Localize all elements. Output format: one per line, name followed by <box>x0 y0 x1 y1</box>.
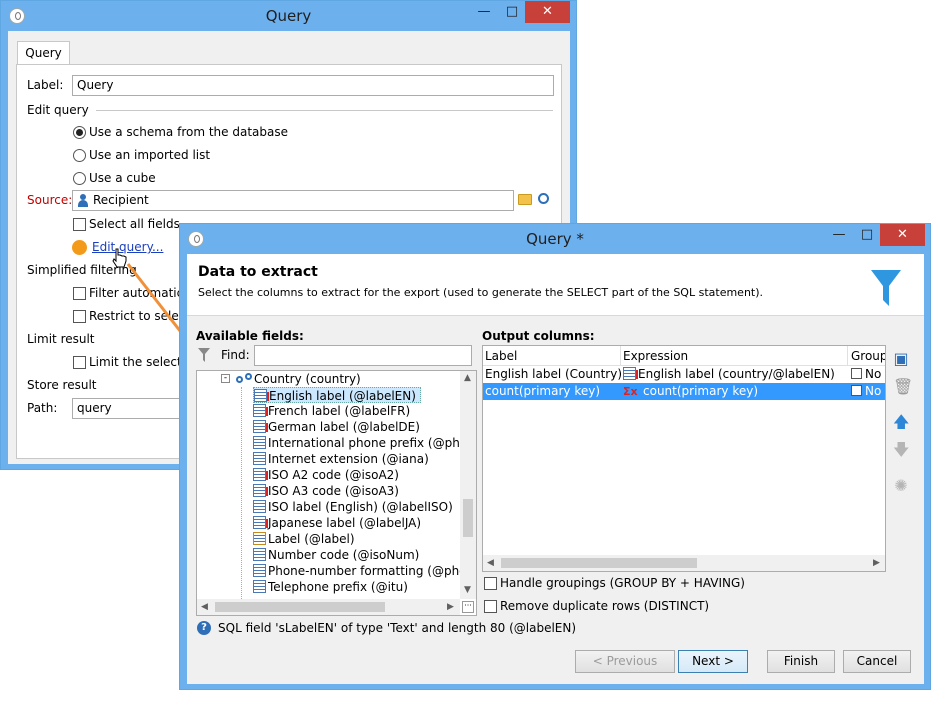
previous-button[interactable]: < Previous <box>575 650 675 673</box>
field-icon <box>253 564 266 577</box>
field-icon <box>623 367 638 380</box>
tree-item[interactable]: Telephone prefix (@itu) <box>253 579 408 595</box>
tree-item[interactable]: Japanese label (@labelJA) <box>253 515 421 531</box>
remove-duplicates-checkbox[interactable] <box>484 600 497 613</box>
field-icon <box>253 580 266 593</box>
table-row[interactable]: English label (Country) English label (c… <box>483 366 885 383</box>
more-icon[interactable]: ··· <box>462 601 474 613</box>
tree-horizontal-scrollbar[interactable]: ◀ ▶ <box>197 599 460 615</box>
query-editor-window: Query * — □ ✕ Data to extract Select the… <box>179 223 931 690</box>
tree-item[interactable]: English label (@labelEN) <box>253 387 421 403</box>
output-columns-grid: Label Expression Group English label (Co… <box>482 345 886 572</box>
move-down-icon[interactable]: 🡇 <box>893 442 909 458</box>
wizard-header: Data to extract Select the columns to ex… <box>187 254 924 316</box>
mouse-cursor-icon <box>112 248 127 268</box>
tree-item[interactable]: Label (@label) <box>253 531 355 547</box>
help-icon: ? <box>197 621 211 635</box>
field-icon <box>253 500 266 513</box>
group-checkbox[interactable] <box>851 385 862 396</box>
tree-item[interactable]: ISO A2 code (@isoA2) <box>253 467 399 483</box>
tree-item[interactable]: Number code (@isoNum) <box>253 547 419 563</box>
query-editor-body: Data to extract Select the columns to ex… <box>187 254 924 684</box>
maximize-icon[interactable]: □ <box>854 224 880 246</box>
editor-title: Query * <box>526 230 584 248</box>
tree-vertical-scrollbar[interactable]: ▲ ▼ <box>460 371 476 599</box>
find-input[interactable] <box>254 345 472 366</box>
add-icon[interactable]: ▣ <box>893 351 909 367</box>
wizard-heading: Data to extract <box>198 264 318 280</box>
tree-item[interactable]: International phone prefix (@phone <box>253 435 476 451</box>
field-icon <box>253 420 268 433</box>
tree-item[interactable]: French label (@labelFR) <box>253 403 410 419</box>
fields-tree: - Country (country) English label (@labe… <box>196 370 477 616</box>
group-checkbox[interactable] <box>851 368 862 379</box>
tree-item[interactable]: Internet extension (@iana) <box>253 451 429 467</box>
status-text: SQL field 'sLabelEN' of type 'Text' and … <box>218 621 577 635</box>
move-up-icon[interactable]: 🡅 <box>893 414 909 430</box>
link-icon <box>236 373 254 383</box>
tree-parent[interactable]: Country (country) <box>254 371 361 387</box>
table-row[interactable]: count(primary key) Σx count(primary key)… <box>483 383 885 400</box>
distribute-icon[interactable]: ✺ <box>893 478 909 494</box>
find-caption: Find: <box>221 348 250 362</box>
col-expression-header[interactable]: Expression <box>623 346 688 366</box>
grid-horizontal-scrollbar[interactable]: ◀ ▶ <box>483 555 885 571</box>
calc-field-icon <box>253 532 266 545</box>
grid-header: Label Expression Group <box>483 346 885 366</box>
tree-expand-icon[interactable]: - <box>221 374 230 383</box>
col-label-header[interactable]: Label <box>485 346 517 366</box>
field-icon <box>253 516 268 529</box>
tree-item[interactable]: ISO A3 code (@isoA3) <box>253 483 399 499</box>
field-icon <box>253 436 266 449</box>
field-icon <box>253 484 268 497</box>
wizard-description: Select the columns to extract for the ex… <box>198 286 764 299</box>
tree-item[interactable]: ISO label (English) (@labelISO) <box>253 499 453 515</box>
cancel-button[interactable]: Cancel <box>843 650 911 673</box>
tree-item[interactable]: German label (@labelDE) <box>253 419 420 435</box>
filter-icon <box>198 348 210 362</box>
col-group-header[interactable]: Group <box>851 346 885 366</box>
field-icon <box>253 452 266 465</box>
finish-button[interactable]: Finish <box>767 650 835 673</box>
field-icon <box>253 404 268 417</box>
next-button[interactable]: Next > <box>678 650 748 673</box>
handle-groupings-label: Handle groupings (GROUP BY + HAVING) <box>500 576 745 590</box>
field-icon <box>254 389 269 402</box>
tree-item[interactable]: Phone-number formatting (@phon <box>253 563 474 579</box>
field-icon <box>253 468 268 481</box>
minimize-icon[interactable]: — <box>826 224 852 246</box>
handle-groupings-checkbox[interactable] <box>484 577 497 590</box>
close-icon[interactable]: ✕ <box>880 224 925 246</box>
query-editor-titlebar[interactable]: Query * — □ ✕ <box>180 224 930 254</box>
field-icon <box>253 548 266 561</box>
app-icon <box>188 231 204 247</box>
delete-icon[interactable]: 🗑 <box>893 379 913 395</box>
available-fields-caption: Available fields: <box>196 329 304 343</box>
funnel-icon <box>871 270 901 306</box>
remove-duplicates-label: Remove duplicate rows (DISTINCT) <box>500 599 710 613</box>
aggregate-icon: Σx <box>623 385 638 398</box>
output-columns-caption: Output columns: <box>482 329 595 343</box>
